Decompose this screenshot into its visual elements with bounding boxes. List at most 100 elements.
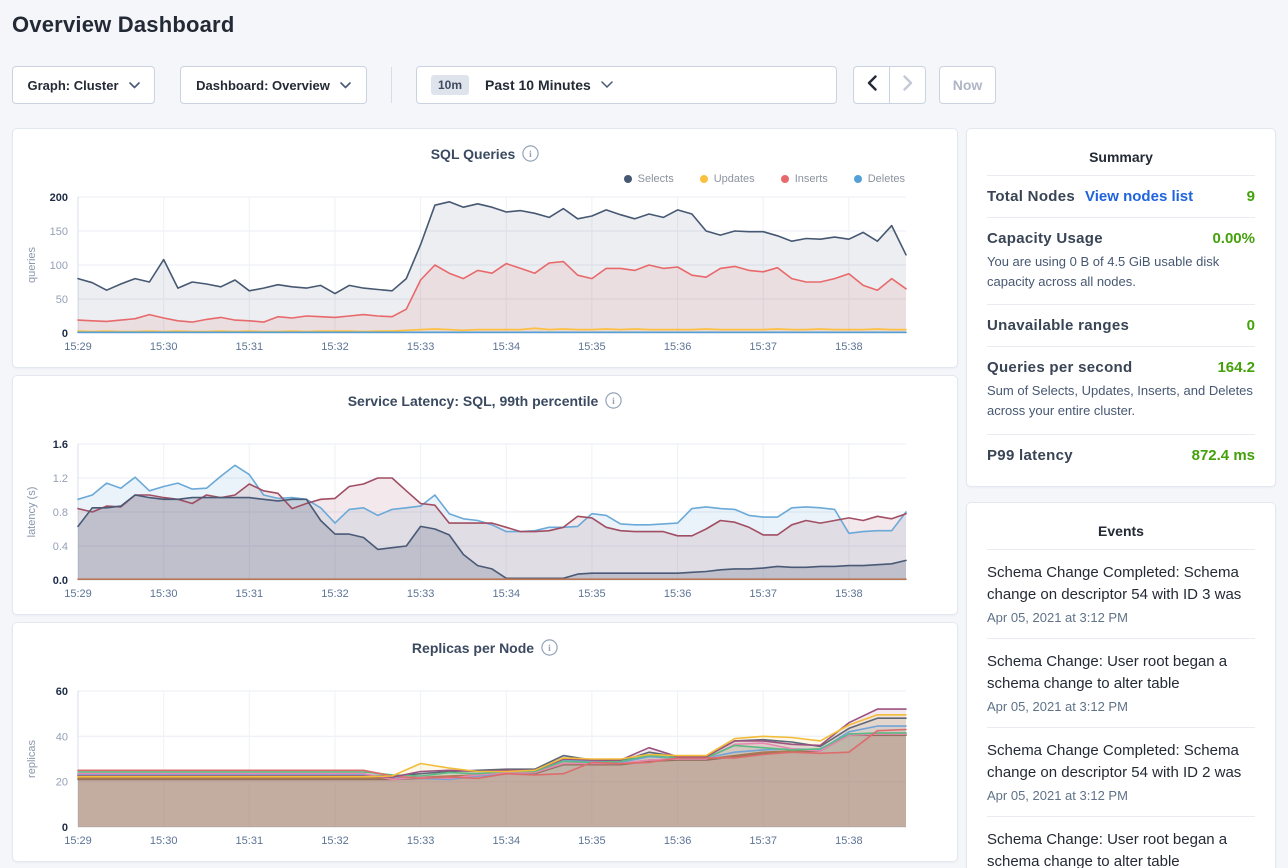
graph-dropdown[interactable]: Graph: Cluster: [12, 66, 155, 104]
event-list-item: Schema Change: User root began a schema …: [987, 638, 1255, 727]
time-back-button[interactable]: [853, 66, 890, 104]
summary-row-unavailable-ranges: Unavailable ranges 0: [987, 304, 1255, 346]
summary-title: Summary: [987, 143, 1255, 175]
summary-description: You are using 0 B of 4.5 GiB usable disk…: [987, 252, 1255, 292]
info-circle-icon[interactable]: i: [605, 392, 622, 409]
dashboard-dropdown[interactable]: Dashboard: Overview: [180, 66, 367, 104]
svg-text:15:36: 15:36: [664, 341, 692, 353]
svg-text:15:37: 15:37: [749, 588, 777, 600]
event-text: Schema Change: User root began a schema …: [987, 829, 1255, 868]
svg-text:15:33: 15:33: [407, 341, 435, 353]
svg-text:15:36: 15:36: [664, 588, 692, 600]
chart-title: Service Latency: SQL, 99th percentile: [348, 393, 599, 409]
info-circle-icon[interactable]: i: [541, 639, 558, 656]
svg-text:15:35: 15:35: [578, 588, 606, 600]
summary-row-p99-latency: P99 latency 872.4 ms: [987, 434, 1255, 476]
page-title: Overview Dashboard: [12, 12, 1276, 38]
sidebar-column: Summary Total Nodes View nodes list 9 Ca…: [966, 128, 1276, 868]
svg-text:1.6: 1.6: [53, 439, 68, 451]
svg-text:15:36: 15:36: [664, 835, 692, 847]
legend-dot: [854, 175, 862, 183]
chart-title-row: Service Latency: SQL, 99th percentile i: [13, 392, 957, 411]
view-nodes-list-link[interactable]: View nodes list: [1085, 188, 1193, 205]
now-button[interactable]: Now: [939, 66, 996, 104]
svg-text:150: 150: [50, 226, 68, 238]
dashboard-dropdown-label: Dashboard: Overview: [196, 78, 330, 93]
svg-text:15:31: 15:31: [236, 588, 264, 600]
svg-text:15:29: 15:29: [64, 588, 92, 600]
graph-dropdown-label: Graph: Cluster: [27, 78, 118, 93]
overview-dashboard-page: Overview Dashboard Graph: Cluster Dashbo…: [0, 12, 1288, 868]
time-forward-button[interactable]: [889, 66, 926, 104]
svg-text:latency (s): latency (s): [26, 487, 38, 538]
time-range-label: Past 10 Minutes: [485, 77, 591, 93]
event-list-item: Schema Change Completed: Schema change o…: [987, 549, 1255, 638]
legend-dot: [624, 175, 632, 183]
event-timestamp: Apr 05, 2021 at 3:12 PM: [987, 699, 1255, 714]
legend-item-updates[interactable]: Updates: [700, 173, 755, 185]
svg-text:i: i: [529, 150, 532, 160]
events-panel: Events Schema Change Completed: Schema c…: [966, 502, 1276, 868]
svg-text:0.4: 0.4: [53, 541, 68, 553]
sql-queries-legend: Selects Updates Inserts Deletes: [624, 173, 905, 185]
summary-value: 9: [1247, 188, 1255, 205]
svg-text:20: 20: [56, 777, 68, 789]
summary-label: P99 latency: [987, 447, 1073, 464]
chevron-down-icon: [129, 82, 140, 89]
summary-description: Sum of Selects, Updates, Inserts, and De…: [987, 381, 1255, 421]
svg-text:0.0: 0.0: [53, 575, 68, 587]
svg-text:15:38: 15:38: [835, 588, 863, 600]
sql-queries-chart[interactable]: 05010015020015:2915:3015:3115:3215:3315:…: [13, 129, 959, 369]
events-title: Events: [987, 517, 1255, 549]
legend-item-selects[interactable]: Selects: [624, 173, 674, 185]
svg-text:replicas: replicas: [26, 740, 38, 778]
event-text: Schema Change Completed: Schema change o…: [987, 562, 1255, 607]
chevron-down-icon: [601, 81, 613, 89]
svg-text:15:35: 15:35: [578, 835, 606, 847]
summary-row-total-nodes: Total Nodes View nodes list 9: [987, 175, 1255, 217]
svg-text:i: i: [548, 644, 551, 654]
event-timestamp: Apr 05, 2021 at 3:12 PM: [987, 788, 1255, 803]
controls-divider: [391, 67, 392, 103]
summary-label: Total Nodes: [987, 188, 1075, 205]
summary-panel: Summary Total Nodes View nodes list 9 Ca…: [966, 128, 1276, 487]
svg-text:100: 100: [50, 260, 68, 272]
legend-dot: [781, 175, 789, 183]
svg-text:15:29: 15:29: [64, 835, 92, 847]
svg-text:15:32: 15:32: [321, 341, 349, 353]
time-range-selector[interactable]: 10m Past 10 Minutes: [416, 66, 837, 104]
legend-item-inserts[interactable]: Inserts: [781, 173, 828, 185]
service-latency-chart[interactable]: 0.00.40.81.21.615:2915:3015:3115:3215:33…: [13, 376, 959, 616]
replicas-per-node-chart[interactable]: 020406015:2915:3015:3115:3215:3315:3415:…: [13, 623, 959, 863]
event-list-item: Schema Change Completed: Schema change o…: [987, 727, 1255, 816]
chart-title-row: Replicas per Node i: [13, 639, 957, 658]
svg-text:15:30: 15:30: [150, 588, 178, 600]
svg-text:50: 50: [56, 294, 68, 306]
svg-text:200: 200: [50, 192, 68, 204]
legend-item-deletes[interactable]: Deletes: [854, 173, 905, 185]
info-circle-icon[interactable]: i: [522, 145, 539, 162]
summary-value: 872.4 ms: [1192, 447, 1255, 464]
dashboard-main: SQL Queries i Selects Updates: [12, 128, 1276, 868]
svg-text:15:32: 15:32: [321, 588, 349, 600]
svg-text:15:38: 15:38: [835, 835, 863, 847]
summary-value: 0.00%: [1212, 230, 1255, 247]
svg-text:15:34: 15:34: [493, 341, 521, 353]
legend-dot: [700, 175, 708, 183]
chevron-right-icon: [903, 75, 913, 96]
summary-value: 164.2: [1217, 359, 1255, 376]
svg-text:15:37: 15:37: [749, 341, 777, 353]
svg-text:15:34: 15:34: [493, 588, 521, 600]
event-text: Schema Change Completed: Schema change o…: [987, 740, 1255, 785]
svg-text:15:32: 15:32: [321, 835, 349, 847]
svg-text:15:31: 15:31: [236, 835, 264, 847]
svg-text:queries: queries: [26, 246, 38, 283]
svg-text:15:33: 15:33: [407, 835, 435, 847]
event-text: Schema Change: User root began a schema …: [987, 651, 1255, 696]
service-latency-panel: Service Latency: SQL, 99th percentile i …: [12, 375, 958, 615]
chart-title: Replicas per Node: [412, 640, 534, 656]
svg-text:0: 0: [62, 822, 68, 834]
svg-text:60: 60: [56, 686, 68, 698]
svg-text:15:33: 15:33: [407, 588, 435, 600]
svg-text:15:35: 15:35: [578, 341, 606, 353]
